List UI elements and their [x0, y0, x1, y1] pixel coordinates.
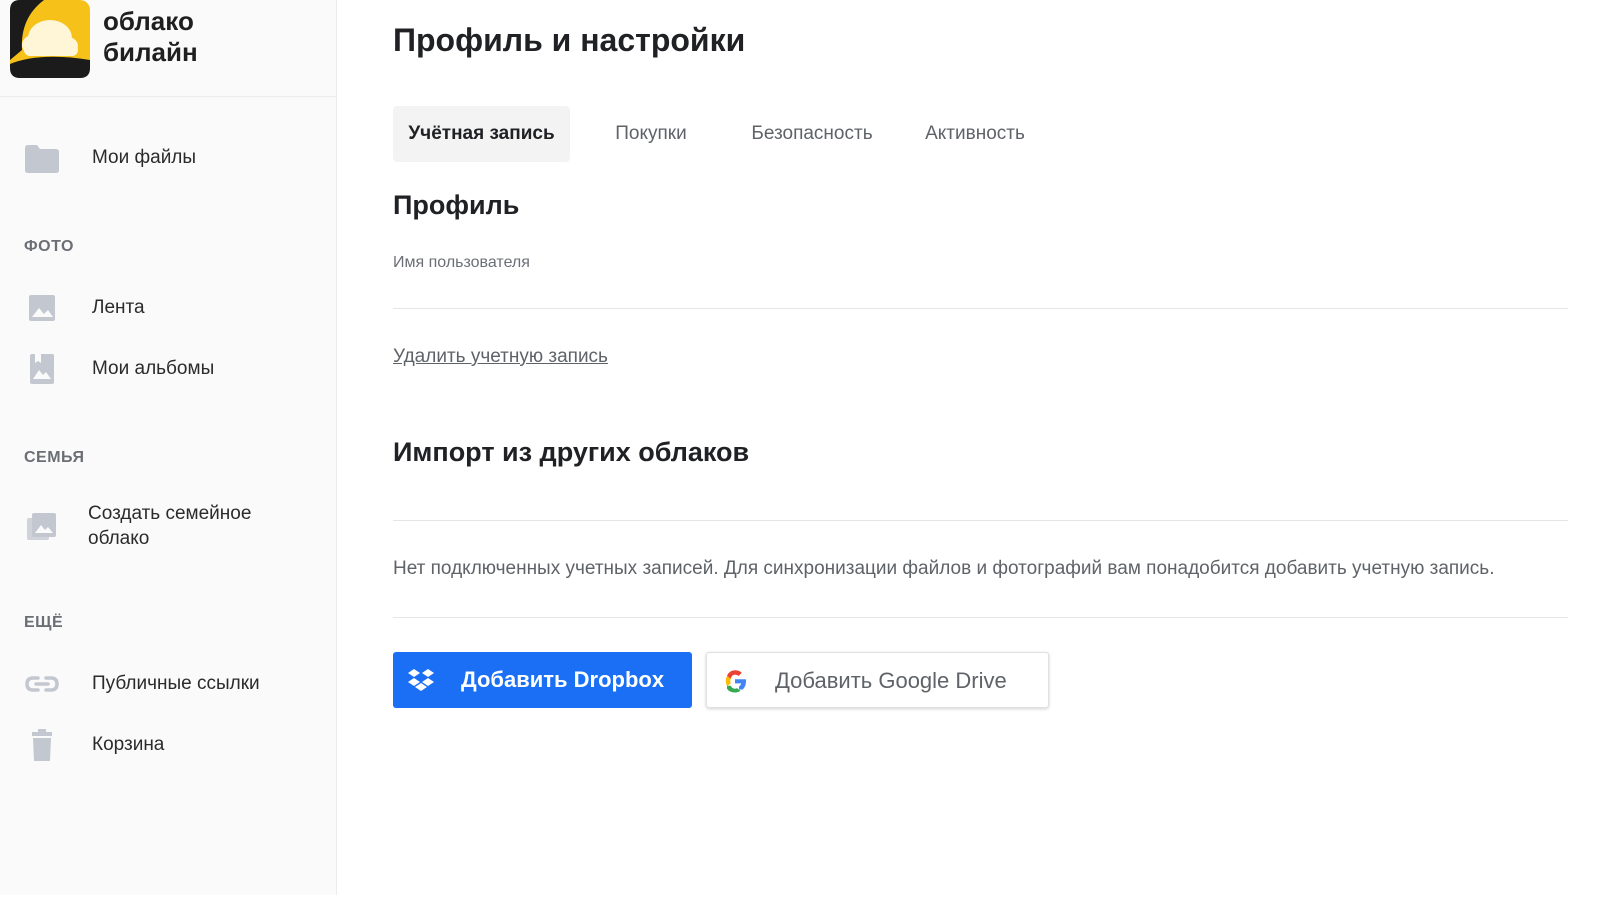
family-label-line1: Создать семейное: [88, 503, 252, 524]
dropbox-icon: [408, 669, 434, 691]
album-icon: [30, 354, 54, 384]
brand-name: облако билайн: [103, 6, 198, 68]
sidebar-item-public-links[interactable]: Публичные ссылки: [0, 664, 337, 704]
sidebar-item-trash[interactable]: Корзина: [0, 725, 337, 765]
sidebar-item-label: Лента: [92, 297, 145, 318]
username-field-divider: [393, 308, 1568, 309]
sidebar-item-label: Мои альбомы: [92, 358, 215, 379]
import-divider-top: [393, 520, 1568, 521]
sidebar-item-feed[interactable]: Лента: [0, 288, 337, 328]
folder-icon: [25, 145, 59, 173]
tab-purchases[interactable]: Покупки: [594, 106, 708, 162]
sidebar-item-label: Мои файлы: [92, 147, 197, 168]
sidebar: облако билайн Мои файлы ФОТО Лента Мои а…: [0, 0, 337, 895]
section-title-more: ЕЩЁ: [24, 614, 64, 631]
username-label: Имя пользователя: [393, 254, 530, 271]
brand-logo[interactable]: облако билайн: [0, 0, 337, 97]
image-icon: [29, 295, 55, 321]
link-icon: [25, 676, 59, 692]
profile-heading: Профиль: [393, 190, 520, 220]
section-title-photo: ФОТО: [24, 238, 74, 255]
tab-security[interactable]: Безопасность: [736, 106, 888, 162]
add-google-drive-label: Добавить Google Drive: [775, 668, 1007, 693]
sidebar-item-create-family-cloud[interactable]: Создать семейное облако: [0, 499, 337, 555]
sidebar-item-label: Корзина: [92, 734, 165, 755]
sidebar-item-albums[interactable]: Мои альбомы: [0, 349, 337, 389]
tab-account[interactable]: Учётная запись: [393, 106, 570, 162]
sidebar-item-my-files[interactable]: Мои файлы: [0, 138, 337, 178]
delete-account-link[interactable]: Удалить учетную запись: [393, 346, 608, 368]
add-google-drive-button[interactable]: Добавить Google Drive: [706, 652, 1049, 708]
import-heading: Импорт из других облаков: [393, 437, 750, 467]
import-divider-bottom: [393, 617, 1568, 618]
brand-name-line1: облако: [103, 6, 194, 36]
sidebar-item-label: Публичные ссылки: [92, 673, 260, 694]
page-title: Профиль и настройки: [393, 22, 746, 58]
brand-name-line2: билайн: [103, 37, 198, 67]
sidebar-item-label: Создать семейное облако: [88, 501, 251, 551]
no-accounts-message: Нет подключенных учетных записей. Для си…: [393, 558, 1495, 579]
trash-icon: [32, 729, 52, 761]
tab-activity[interactable]: Активность: [910, 106, 1040, 162]
family-label-line2: облако: [88, 528, 150, 549]
family-icon: [27, 513, 56, 540]
add-dropbox-button[interactable]: Добавить Dropbox: [393, 652, 692, 708]
google-icon: [725, 670, 746, 693]
cloud-logo-icon: [10, 0, 90, 78]
section-title-family: СЕМЬЯ: [24, 449, 85, 466]
add-dropbox-label: Добавить Dropbox: [461, 667, 665, 692]
